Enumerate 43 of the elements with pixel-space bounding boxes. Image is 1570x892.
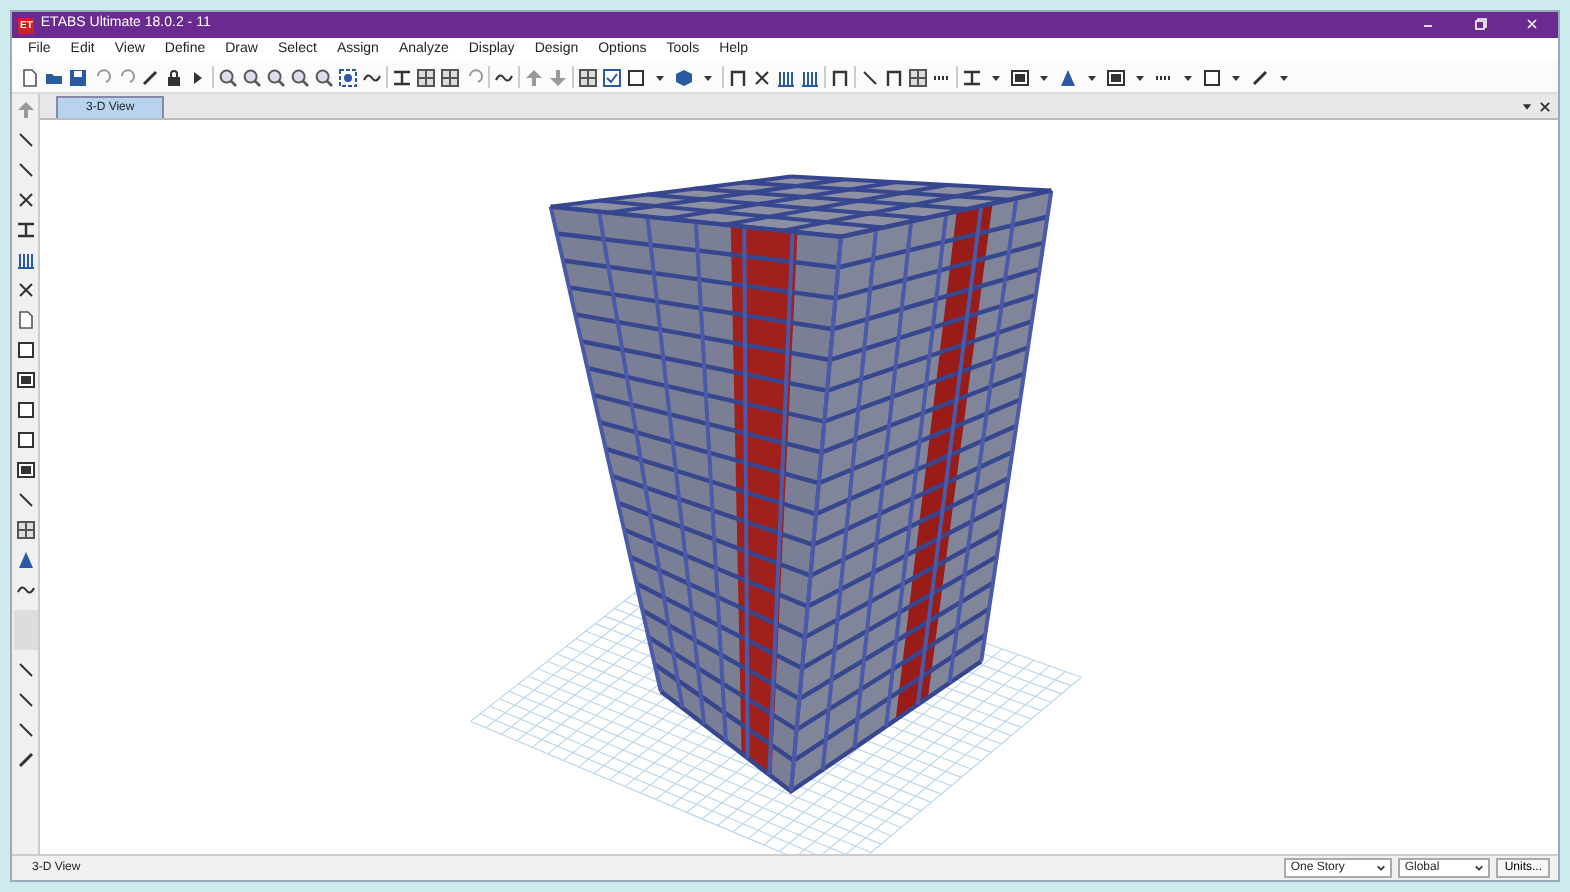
panel-icon[interactable] [1010,67,1030,87]
zoom-previous-icon[interactable] [314,67,334,87]
zoom-fit-icon[interactable] [290,67,310,87]
cross-icon[interactable] [15,280,35,300]
zoom-in-icon[interactable] [242,67,262,87]
area-icon[interactable] [1202,67,1222,87]
square-icon[interactable] [15,430,35,450]
close-icon[interactable] [1538,99,1552,113]
table-icon[interactable] [15,520,35,540]
table-icon[interactable] [578,67,598,87]
column-grid-icon[interactable] [776,67,796,87]
page-icon[interactable] [20,67,40,87]
beam-icon[interactable] [962,67,982,87]
move-up-icon[interactable] [524,67,544,87]
pencil-icon[interactable] [15,750,35,770]
panel-icon[interactable] [15,370,35,390]
zoom-icon[interactable] [218,67,238,87]
frame-icon[interactable] [728,67,748,87]
page-icon[interactable] [15,310,35,330]
brace-icon[interactable] [752,67,772,87]
square-icon[interactable] [15,400,35,420]
dropdown-icon[interactable] [1520,99,1534,113]
caret-icon [1474,860,1485,876]
portal-icon[interactable] [830,67,850,87]
line-icon[interactable] [15,160,35,180]
panel-icon[interactable] [15,460,35,480]
beam-icon[interactable] [15,220,35,240]
cube-icon[interactable] [674,67,694,87]
pencil-icon[interactable] [1250,67,1270,87]
caret-icon [1376,860,1387,876]
view-3d-icon[interactable] [338,67,358,87]
checkbox-icon[interactable] [602,67,622,87]
rectangle-icon[interactable] [15,340,35,360]
wall-grid-icon[interactable] [800,67,820,87]
lock-icon[interactable] [164,67,184,87]
move-down-icon[interactable] [548,67,568,87]
save-icon[interactable] [68,67,88,87]
column-icon[interactable] [15,250,35,270]
window-icon[interactable] [626,67,646,87]
wave-icon[interactable] [15,580,35,600]
pencil-icon[interactable] [140,67,160,87]
zoom-out-icon[interactable] [266,67,286,87]
support-icon[interactable] [1058,67,1078,87]
